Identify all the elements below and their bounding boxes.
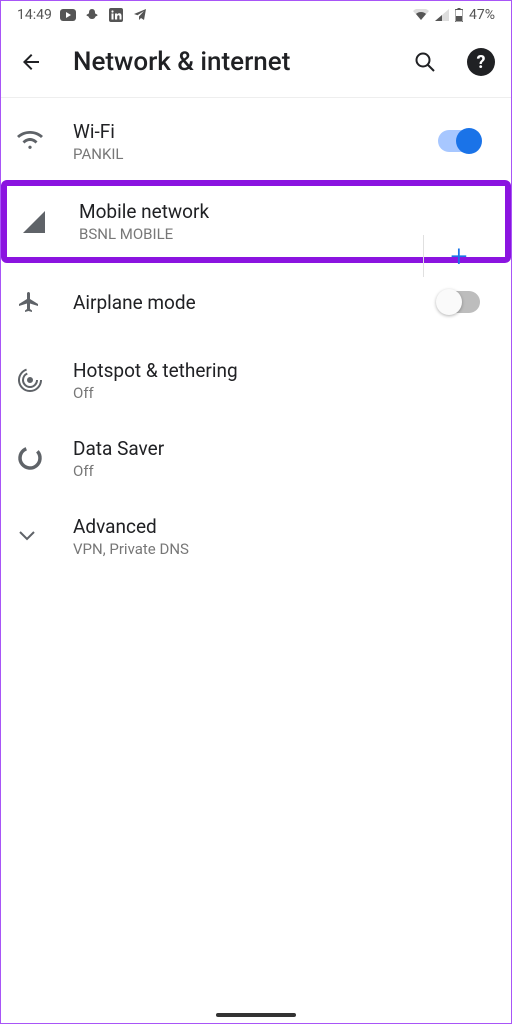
advanced-row[interactable]: Advanced VPN, Private DNS bbox=[1, 497, 511, 575]
chevron-down-icon bbox=[17, 526, 73, 546]
airplane-title: Airplane mode bbox=[73, 291, 423, 314]
wifi-sub: PANKIL bbox=[73, 145, 423, 163]
cell-signal-icon bbox=[435, 9, 449, 21]
wifi-signal-icon bbox=[413, 9, 429, 21]
battery-icon bbox=[455, 8, 463, 22]
wifi-icon bbox=[17, 131, 73, 151]
mobile-title: Mobile network bbox=[79, 200, 505, 223]
airplane-toggle[interactable] bbox=[438, 291, 480, 313]
telegram-icon bbox=[132, 7, 148, 23]
search-button[interactable] bbox=[411, 48, 439, 76]
wifi-toggle[interactable] bbox=[438, 130, 480, 152]
airplane-mode-row[interactable]: Airplane mode bbox=[1, 263, 511, 341]
wifi-row[interactable]: Wi-Fi PANKIL bbox=[1, 102, 511, 180]
advanced-title: Advanced bbox=[73, 515, 495, 538]
datasaver-row[interactable]: Data Saver Off bbox=[1, 419, 511, 497]
help-button[interactable]: ? bbox=[467, 48, 495, 76]
status-time: 14:49 bbox=[17, 7, 52, 23]
wifi-title: Wi-Fi bbox=[73, 120, 423, 143]
linkedin-icon bbox=[108, 7, 124, 23]
hotspot-icon bbox=[17, 367, 73, 393]
datasaver-title: Data Saver bbox=[73, 437, 495, 460]
status-bar: 14:49 47% bbox=[1, 1, 511, 29]
hotspot-sub: Off bbox=[73, 384, 495, 402]
settings-list: Wi-Fi PANKIL Mobile network BSNL MOBILE … bbox=[1, 98, 511, 579]
battery-percent: 47% bbox=[469, 7, 495, 23]
datasaver-icon bbox=[17, 445, 73, 471]
page-title: Network & internet bbox=[73, 47, 383, 77]
mobile-network-icon bbox=[23, 211, 79, 233]
youtube-icon bbox=[60, 7, 76, 23]
back-button[interactable] bbox=[17, 48, 45, 76]
header: Network & internet ? bbox=[1, 29, 511, 98]
airplane-icon bbox=[17, 290, 73, 314]
hotspot-title: Hotspot & tethering bbox=[73, 359, 495, 382]
advanced-sub: VPN, Private DNS bbox=[73, 540, 495, 558]
datasaver-sub: Off bbox=[73, 462, 495, 480]
snapchat-icon bbox=[84, 7, 100, 23]
nav-handle[interactable] bbox=[216, 1013, 296, 1017]
hotspot-row[interactable]: Hotspot & tethering Off bbox=[1, 341, 511, 419]
